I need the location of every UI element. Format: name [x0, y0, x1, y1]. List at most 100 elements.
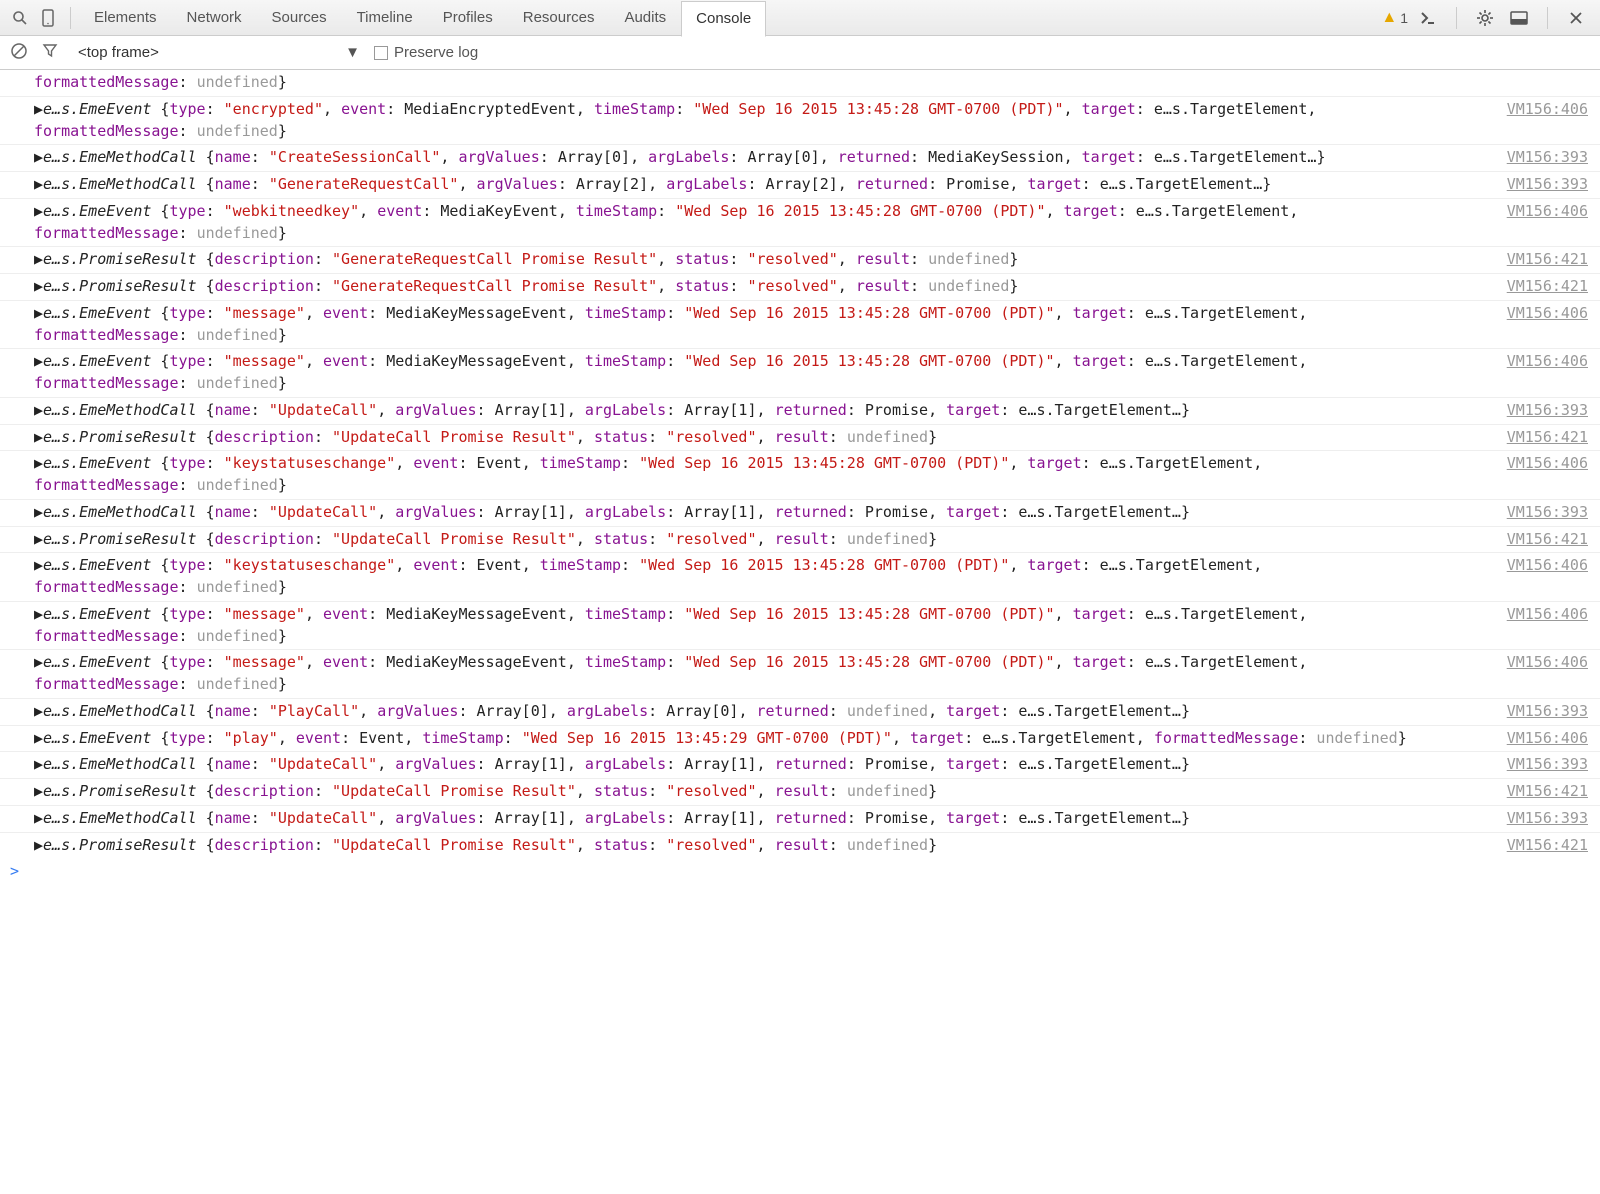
- console-row: VM156:406 ▶e…s.EmeEvent {type: "message",…: [0, 348, 1600, 397]
- log-object[interactable]: e…s.EmeEvent {type: "keystatuseschange",…: [34, 556, 1262, 596]
- console-row: VM156:406 ▶e…s.EmeEvent {type: "webkitnee…: [0, 198, 1600, 247]
- source-link[interactable]: VM156:393: [1507, 701, 1588, 723]
- source-link[interactable]: VM156:393: [1507, 174, 1588, 196]
- log-object[interactable]: e…s.PromiseResult {description: "Generat…: [43, 277, 1018, 295]
- console-prompt[interactable]: >: [0, 858, 1600, 884]
- expand-triangle-icon[interactable]: ▶: [34, 836, 43, 854]
- warning-triangle-icon: ▲: [1381, 9, 1397, 27]
- source-link[interactable]: VM156:393: [1507, 754, 1588, 776]
- expand-triangle-icon[interactable]: ▶: [34, 782, 43, 800]
- log-object[interactable]: e…s.PromiseResult {description: "UpdateC…: [43, 530, 937, 548]
- source-link[interactable]: VM156:421: [1507, 427, 1588, 449]
- close-icon[interactable]: [1562, 4, 1590, 32]
- console-row: VM156:393 ▶e…s.EmeMethodCall {name: "Crea…: [0, 144, 1600, 171]
- expand-triangle-icon[interactable]: ▶: [34, 454, 43, 472]
- source-link[interactable]: VM156:406: [1507, 351, 1588, 373]
- expand-triangle-icon[interactable]: ▶: [34, 148, 43, 166]
- log-object[interactable]: e…s.EmeEvent {type: "webkitneedkey", eve…: [34, 202, 1298, 242]
- log-object[interactable]: e…s.EmeEvent {type: "play", event: Event…: [43, 729, 1407, 747]
- expand-triangle-icon[interactable]: ▶: [34, 202, 43, 220]
- tab-console[interactable]: Console: [681, 1, 766, 37]
- warning-count[interactable]: ▲ 1: [1381, 9, 1408, 27]
- expand-triangle-icon[interactable]: ▶: [34, 530, 43, 548]
- log-object[interactable]: e…s.EmeMethodCall {name: "UpdateCall", a…: [43, 809, 1190, 827]
- expand-triangle-icon[interactable]: ▶: [34, 503, 43, 521]
- tab-timeline[interactable]: Timeline: [342, 0, 428, 36]
- log-object[interactable]: e…s.EmeEvent {type: "keystatuseschange",…: [34, 454, 1262, 494]
- log-object[interactable]: e…s.EmeEvent {type: "encrypted", event: …: [34, 100, 1316, 140]
- console-row: VM156:406 ▶e…s.EmeEvent {type: "keystatus…: [0, 552, 1600, 601]
- log-object[interactable]: e…s.PromiseResult {description: "UpdateC…: [43, 782, 937, 800]
- console-row: VM156:421 ▶e…s.PromiseResult {description…: [0, 424, 1600, 451]
- warning-count-value: 1: [1400, 10, 1408, 26]
- expand-triangle-icon[interactable]: ▶: [34, 277, 43, 295]
- source-link[interactable]: VM156:393: [1507, 502, 1588, 524]
- device-toggle-icon[interactable]: [34, 4, 62, 32]
- source-link[interactable]: VM156:406: [1507, 303, 1588, 325]
- log-object[interactable]: e…s.EmeMethodCall {name: "UpdateCall", a…: [43, 401, 1190, 419]
- console-row: formattedMessage: undefined}: [0, 70, 1600, 96]
- source-link[interactable]: VM156:393: [1507, 808, 1588, 830]
- clear-console-icon[interactable]: [10, 42, 32, 64]
- source-link[interactable]: VM156:406: [1507, 604, 1588, 626]
- source-link[interactable]: VM156:406: [1507, 652, 1588, 674]
- tab-audits[interactable]: Audits: [609, 0, 681, 36]
- expand-triangle-icon[interactable]: ▶: [34, 729, 43, 747]
- source-link[interactable]: VM156:406: [1507, 728, 1588, 750]
- log-object[interactable]: e…s.EmeMethodCall {name: "CreateSessionC…: [43, 148, 1325, 166]
- tab-elements[interactable]: Elements: [79, 0, 172, 36]
- source-link[interactable]: VM156:406: [1507, 453, 1588, 475]
- source-link[interactable]: VM156:406: [1507, 201, 1588, 223]
- console-row: VM156:421 ▶e…s.PromiseResult {description…: [0, 246, 1600, 273]
- log-object[interactable]: e…s.PromiseResult {description: "UpdateC…: [43, 836, 937, 854]
- expand-triangle-icon[interactable]: ▶: [34, 809, 43, 827]
- source-link[interactable]: VM156:393: [1507, 400, 1588, 422]
- source-link[interactable]: VM156:421: [1507, 276, 1588, 298]
- expand-triangle-icon[interactable]: ▶: [34, 605, 43, 623]
- console-subbar: <top frame> ▼ Preserve log: [0, 36, 1600, 70]
- tab-resources[interactable]: Resources: [508, 0, 610, 36]
- log-object[interactable]: e…s.EmeMethodCall {name: "UpdateCall", a…: [43, 755, 1190, 773]
- source-link[interactable]: VM156:421: [1507, 781, 1588, 803]
- log-object[interactable]: e…s.EmeMethodCall {name: "UpdateCall", a…: [43, 503, 1190, 521]
- log-object[interactable]: e…s.EmeEvent {type: "message", event: Me…: [34, 352, 1307, 392]
- log-object[interactable]: e…s.PromiseResult {description: "Generat…: [43, 250, 1018, 268]
- expand-triangle-icon[interactable]: ▶: [34, 352, 43, 370]
- expand-triangle-icon[interactable]: ▶: [34, 401, 43, 419]
- source-link[interactable]: VM156:421: [1507, 835, 1588, 857]
- source-link[interactable]: VM156:393: [1507, 147, 1588, 169]
- dock-icon[interactable]: [1505, 4, 1533, 32]
- expand-triangle-icon[interactable]: ▶: [34, 428, 43, 446]
- expand-triangle-icon[interactable]: ▶: [34, 100, 43, 118]
- expand-triangle-icon[interactable]: ▶: [34, 304, 43, 322]
- log-object[interactable]: e…s.EmeMethodCall {name: "PlayCall", arg…: [43, 702, 1190, 720]
- log-object[interactable]: e…s.EmeMethodCall {name: "GenerateReques…: [43, 175, 1271, 193]
- expand-triangle-icon[interactable]: ▶: [34, 653, 43, 671]
- expand-triangle-icon[interactable]: ▶: [34, 556, 43, 574]
- console-row: VM156:406 ▶e…s.EmeEvent {type: "message",…: [0, 300, 1600, 349]
- checkbox-icon: [374, 46, 388, 60]
- settings-icon[interactable]: [1471, 4, 1499, 32]
- tab-sources[interactable]: Sources: [257, 0, 342, 36]
- expand-triangle-icon[interactable]: ▶: [34, 702, 43, 720]
- search-icon[interactable]: [6, 4, 34, 32]
- console-row: VM156:393 ▶e…s.EmeMethodCall {name: "Play…: [0, 698, 1600, 725]
- frame-selector[interactable]: <top frame> ▼: [74, 42, 364, 63]
- preserve-log-checkbox[interactable]: Preserve log: [374, 44, 478, 61]
- source-link[interactable]: VM156:406: [1507, 555, 1588, 577]
- tab-profiles[interactable]: Profiles: [428, 0, 508, 36]
- log-object[interactable]: e…s.EmeEvent {type: "message", event: Me…: [34, 653, 1307, 693]
- expand-triangle-icon[interactable]: ▶: [34, 250, 43, 268]
- console-row: VM156:421 ▶e…s.PromiseResult {description…: [0, 273, 1600, 300]
- console-prompt-icon[interactable]: [1414, 4, 1442, 32]
- expand-triangle-icon[interactable]: ▶: [34, 755, 43, 773]
- source-link[interactable]: VM156:421: [1507, 529, 1588, 551]
- source-link[interactable]: VM156:406: [1507, 99, 1588, 121]
- tab-network[interactable]: Network: [172, 0, 257, 36]
- log-object[interactable]: e…s.EmeEvent {type: "message", event: Me…: [34, 605, 1307, 645]
- source-link[interactable]: VM156:421: [1507, 249, 1588, 271]
- log-object[interactable]: e…s.PromiseResult {description: "UpdateC…: [43, 428, 937, 446]
- expand-triangle-icon[interactable]: ▶: [34, 175, 43, 193]
- log-object[interactable]: e…s.EmeEvent {type: "message", event: Me…: [34, 304, 1307, 344]
- filter-icon[interactable]: [42, 42, 64, 64]
